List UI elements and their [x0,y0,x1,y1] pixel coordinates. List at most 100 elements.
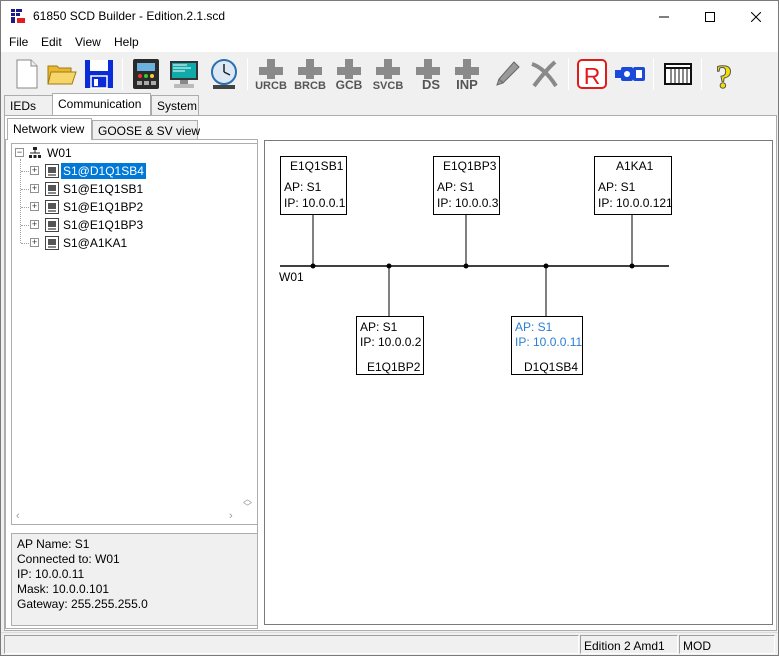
scroll-right-arrow-icon[interactable]: › [229,510,233,522]
new-file-icon [16,59,38,89]
network-tree[interactable]: − W01 + S1@D1Q1SB4 + S1@E1Q1SB1 + S1@E1Q… [11,143,258,525]
expand-icon[interactable]: + [30,220,39,229]
ied-ip: IP: 10.0.0.3 [437,196,499,210]
clock-icon [211,59,237,89]
scroll-down-arrow-icon[interactable]: ﹀ [243,500,252,513]
save-icon [85,60,113,89]
toolbar: URCB BRCB GCB SVCB DS INP R ? [1,52,778,95]
svg-text:?: ? [716,59,733,91]
monitor-button[interactable] [167,57,201,91]
status-mode: MOD [679,635,775,654]
menu-file[interactable]: File [9,35,28,49]
add-svcb-button[interactable]: SVCB [371,57,405,91]
open-folder-icon [47,65,77,85]
svg-text:GCB: GCB [336,78,363,91]
minimize-icon [658,16,669,17]
status-edition: Edition 2 Amd1 [580,635,678,654]
tree-root-label[interactable]: W01 [45,145,74,161]
close-button[interactable] [733,1,778,32]
r-button[interactable]: R [575,57,609,91]
info-ap-name: AP Name: S1 [17,537,90,551]
access-point-info: AP Name: S1 Connected to: W01 IP: 10.0.0… [11,533,258,626]
tab-network-view[interactable]: Network view [7,118,92,140]
clock-button[interactable] [207,57,241,91]
ied-node[interactable]: A1KA1 AP: S1 IP: 10.0.0.121 [594,156,673,215]
ied-ap: AP: S1 [437,180,475,194]
menu-edit[interactable]: Edit [41,35,62,49]
device-button[interactable] [129,57,163,91]
delete-button[interactable] [527,57,561,91]
edit-button[interactable] [490,57,524,91]
save-button[interactable] [82,57,116,91]
add-brcb-button[interactable]: BRCB [293,57,327,91]
tree-item[interactable]: + S1@D1Q1SB4 [12,163,252,180]
ied-node[interactable]: AP: S1 IP: 10.0.0.2 E1Q1BP2 [356,316,424,375]
add-brcb-icon: BRCB [294,59,326,91]
scroll-left-arrow-icon[interactable]: ‹ [16,510,20,522]
add-ds-button[interactable]: DS [411,57,445,91]
tree-item[interactable]: + S1@E1Q1SB1 [12,181,252,198]
ied-node-selected[interactable]: AP: S1 IP: 10.0.0.11 D1Q1SB4 [511,316,583,375]
tree-item[interactable]: + S1@E1Q1BP3 [12,217,252,234]
tree-item[interactable]: + S1@E1Q1BP2 [12,199,252,216]
tree-item-label[interactable]: S1@A1KA1 [61,235,129,251]
table-button[interactable] [661,57,695,91]
tab-communication[interactable]: Communication [52,93,151,115]
connector-button[interactable] [613,57,647,91]
add-gcb-button[interactable]: GCB [332,57,366,91]
ied-icon [45,182,59,196]
help-button[interactable]: ? [707,57,741,92]
delete-icon [531,60,558,88]
ied-ip: IP: 10.0.0.1 [284,196,346,210]
svg-text:BRCB: BRCB [294,80,326,91]
maximize-icon [704,11,715,22]
edit-pencil-icon [496,61,520,86]
title-bar[interactable]: 61850 SCD Builder - Edition.2.1.scd [1,1,778,32]
tree-item[interactable]: + S1@A1KA1 [12,235,252,252]
expand-icon[interactable]: + [30,166,39,175]
app-logo-icon [11,9,25,23]
ied-name: E1Q1BP3 [443,159,497,173]
info-mask: Mask: 10.0.0.101 [17,582,110,596]
status-bar: Edition 2 Amd1 MOD [1,632,778,655]
help-icon: ? [715,59,733,92]
ied-ip: IP: 10.0.0.2 [360,335,422,349]
collapse-icon[interactable]: − [15,148,24,157]
maximize-button[interactable] [687,1,732,32]
info-ip: IP: 10.0.0.11 [17,567,85,581]
expand-icon[interactable]: + [30,238,39,247]
menu-view[interactable]: View [75,35,101,49]
ied-node[interactable]: E1Q1SB1 AP: S1 IP: 10.0.0.1 [280,156,347,215]
new-file-button[interactable] [9,57,43,91]
ied-ap: AP: S1 [360,320,398,334]
tab-ieds[interactable]: IEDs [4,95,53,115]
device-icon [133,59,159,89]
ied-ip: IP: 10.0.0.121 [598,196,673,210]
expand-icon[interactable]: + [30,184,39,193]
svg-text:URCB: URCB [255,80,287,91]
network-diagram[interactable]: W01 E1Q1SB1 AP: S1 IP: 10.0.0.1 E1Q1BP3 … [264,140,773,625]
add-svcb-icon: SVCB [373,59,403,91]
svg-text:INP: INP [456,77,478,91]
ied-icon [45,200,59,214]
menu-help[interactable]: Help [114,35,139,49]
tree-item-label[interactable]: S1@E1Q1BP2 [61,199,145,215]
connector-icon [615,67,645,81]
tab-system[interactable]: System [151,95,199,115]
info-gateway: Gateway: 255.255.255.0 [17,597,148,611]
r-icon: R [577,59,607,89]
add-inp-button[interactable]: INP [450,57,484,91]
expand-icon[interactable]: + [30,202,39,211]
ied-icon [45,164,59,178]
add-urcb-button[interactable]: URCB [254,57,288,91]
ied-name: A1KA1 [616,159,654,173]
minimize-button[interactable] [641,1,686,32]
bus-label: W01 [279,270,304,284]
tree-item-label[interactable]: S1@E1Q1BP3 [61,217,145,233]
tree-item-label[interactable]: S1@E1Q1SB1 [61,181,145,197]
add-gcb-icon: GCB [336,59,363,91]
tree-item-label[interactable]: S1@D1Q1SB4 [61,163,146,179]
ied-node[interactable]: E1Q1BP3 AP: S1 IP: 10.0.0.3 [433,156,500,215]
tab-goose-sv-view[interactable]: GOOSE & SV view [92,120,200,139]
open-button[interactable] [45,57,79,91]
